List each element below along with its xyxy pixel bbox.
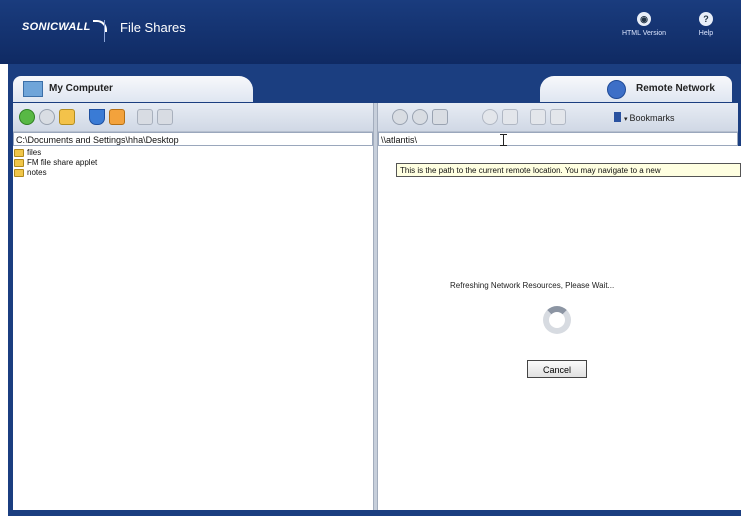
list-item[interactable]: notes xyxy=(13,168,97,178)
logo-text: SONICWALL xyxy=(22,21,91,33)
html-version-link[interactable]: ◉ HTML Version xyxy=(620,12,668,37)
bookmarks-menu[interactable]: ▾ Bookmarks xyxy=(614,112,674,123)
file-name: notes xyxy=(27,168,47,177)
new-folder-icon[interactable] xyxy=(109,109,125,125)
local-path-field[interactable]: C:\Documents and Settings\hha\Desktop xyxy=(13,132,373,146)
remote-new-folder-icon[interactable] xyxy=(502,109,518,125)
remote-delete-icon[interactable] xyxy=(550,109,566,125)
globe-icon xyxy=(607,80,626,99)
folder-icon xyxy=(14,149,24,157)
back-icon[interactable] xyxy=(39,109,55,125)
loading-spinner-icon xyxy=(543,306,571,334)
cancel-button[interactable]: Cancel xyxy=(527,360,587,378)
folder-icon xyxy=(14,159,24,167)
bottom-border xyxy=(8,510,741,516)
remote-path-field[interactable]: \\atlantis\ xyxy=(378,132,738,146)
bookmarks-label: Bookmarks xyxy=(629,113,675,123)
list-item[interactable]: FM file share applet xyxy=(13,158,97,168)
upload-icon[interactable] xyxy=(137,109,153,125)
computer-icon xyxy=(23,81,43,97)
home-folder-icon[interactable] xyxy=(59,109,75,125)
top-banner: SONICWALL File Shares ◉ HTML Version ? H… xyxy=(0,0,741,64)
remote-forward-icon[interactable] xyxy=(412,109,428,125)
help-link[interactable]: ? Help xyxy=(694,12,718,37)
tab-remote-network[interactable]: Remote Network xyxy=(540,76,732,102)
list-item[interactable]: files xyxy=(13,148,97,158)
bookmark-icon xyxy=(614,112,621,122)
sonicwall-logo: SONICWALL xyxy=(22,20,107,33)
remote-back-icon[interactable] xyxy=(392,109,408,125)
header-divider xyxy=(104,20,105,42)
text-cursor-icon xyxy=(500,134,507,146)
app-title: File Shares xyxy=(120,20,186,35)
tab-my-computer-label: My Computer xyxy=(49,83,113,94)
download-icon[interactable] xyxy=(530,109,546,125)
remote-toolbar: ▾ Bookmarks xyxy=(378,103,738,132)
refresh-icon[interactable] xyxy=(89,109,105,125)
file-name: FM file share applet xyxy=(27,158,98,167)
help-label: Help xyxy=(698,30,714,37)
tab-my-computer[interactable]: My Computer xyxy=(13,76,253,102)
loading-message: Refreshing Network Resources, Please Wai… xyxy=(450,281,615,290)
delete-icon[interactable] xyxy=(157,109,173,125)
file-name: files xyxy=(27,148,42,157)
tab-remote-network-label: Remote Network xyxy=(636,83,715,94)
local-file-list: files FM file share applet notes xyxy=(13,148,97,178)
html-version-label: HTML Version xyxy=(621,30,667,37)
remote-home-icon[interactable] xyxy=(432,109,448,125)
remote-refresh-icon[interactable] xyxy=(482,109,498,125)
folder-icon xyxy=(14,169,24,177)
path-tooltip: This is the path to the current remote l… xyxy=(396,163,741,177)
html-version-icon: ◉ xyxy=(637,12,651,26)
local-file-pane: files FM file share applet notes xyxy=(13,146,373,510)
go-up-icon[interactable] xyxy=(19,109,35,125)
local-toolbar xyxy=(13,103,373,132)
help-icon: ? xyxy=(699,12,713,26)
